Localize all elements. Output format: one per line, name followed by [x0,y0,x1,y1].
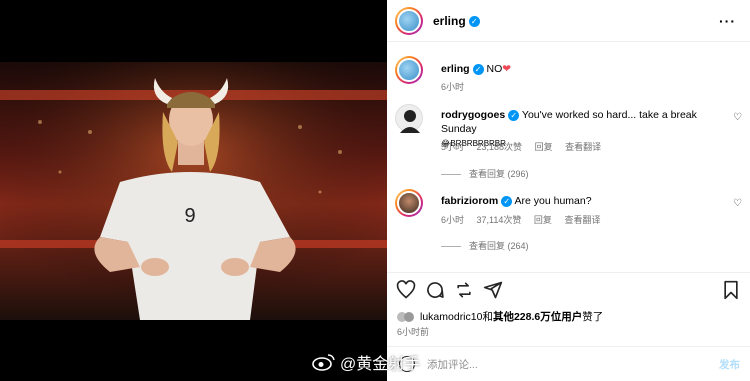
post-image: 9 [0,62,387,320]
comment-username[interactable]: rodrygogoes [441,109,505,121]
bookmark-icon[interactable] [721,280,741,300]
verified-icon: ✓ [501,195,513,207]
verified-icon: ✓ [472,63,484,75]
comment-input[interactable]: 添加评论... [427,357,478,372]
avatar[interactable] [395,6,423,35]
comment-likes[interactable]: 37,114次赞 [477,215,522,225]
caption-text: NO [486,63,503,75]
comment-text: Are you human? [514,195,592,207]
like-heart-icon[interactable] [396,280,416,300]
caption: erling ✓ NO❤ 6小时 [395,56,742,96]
translate-button[interactable]: 查看翻译 [565,142,601,152]
comments-list: erling ✓ NO❤ 6小时 rodrygogoes ✓ You've work… [387,42,750,272]
more-horizontal-icon[interactable]: ··· [719,13,736,29]
verified-icon: ✓ [508,109,520,121]
watermark: @黄金射手 [312,350,420,374]
comment-time: 6小时 [441,215,465,225]
avatar[interactable] [395,189,423,217]
comment-icon[interactable] [425,280,445,300]
verified-icon: ✓ [468,15,480,27]
liker-avatar [404,312,414,323]
heart-icon[interactable]: ♡ [733,112,742,123]
svg-text:9: 9 [184,205,195,227]
heart-emoji: ❤ [502,63,512,75]
repost-icon[interactable] [454,280,474,300]
post-header: erling ✓ ··· [387,0,750,42]
watermark-text: @黄金射手 [340,356,421,373]
post-panel: erling ✓ ··· erling ✓ NO❤ 6小时 rodrygogoes ✓… [387,0,750,381]
view-replies[interactable]: 查看回复 (264) [441,239,529,252]
comment-item: rodrygogoes ✓ You've worked so hard... ta… [395,104,742,186]
comment-username[interactable]: fabriziorom [441,195,498,207]
header-username[interactable]: erling ✓ [433,14,480,28]
comment-item: fabriziorom ✓ Are you human? ♡ 6小时 37,114… [395,189,742,271]
reply-button[interactable]: 回复 [535,142,553,152]
reply-button[interactable]: 回复 [534,215,552,225]
avatar[interactable] [395,104,423,133]
weibo-logo-icon [312,354,335,371]
avatar[interactable] [395,56,423,84]
photo-pane: 9 [0,0,387,381]
likes-summary[interactable]: lukamodric10和其他228.6万位用户赞了 [397,309,603,324]
view-replies[interactable]: 查看回复 (296) [441,167,529,180]
caption-username[interactable]: erling [441,63,470,75]
share-icon[interactable] [483,280,503,300]
heart-icon[interactable]: ♡ [733,198,742,209]
caption-time: 6小时 [441,82,465,92]
comment-likes[interactable]: 23,188次赞 [477,142,523,152]
comment-time: 5小时 [441,142,465,152]
post-button[interactable]: 发布 [719,357,740,372]
post-photo[interactable]: 9 [0,62,387,320]
post-time: 6小时前 [397,327,430,337]
comment-bar: 添加评论... 发布 [387,346,750,381]
action-bar [387,272,750,306]
translate-button[interactable]: 查看翻译 [564,215,600,225]
